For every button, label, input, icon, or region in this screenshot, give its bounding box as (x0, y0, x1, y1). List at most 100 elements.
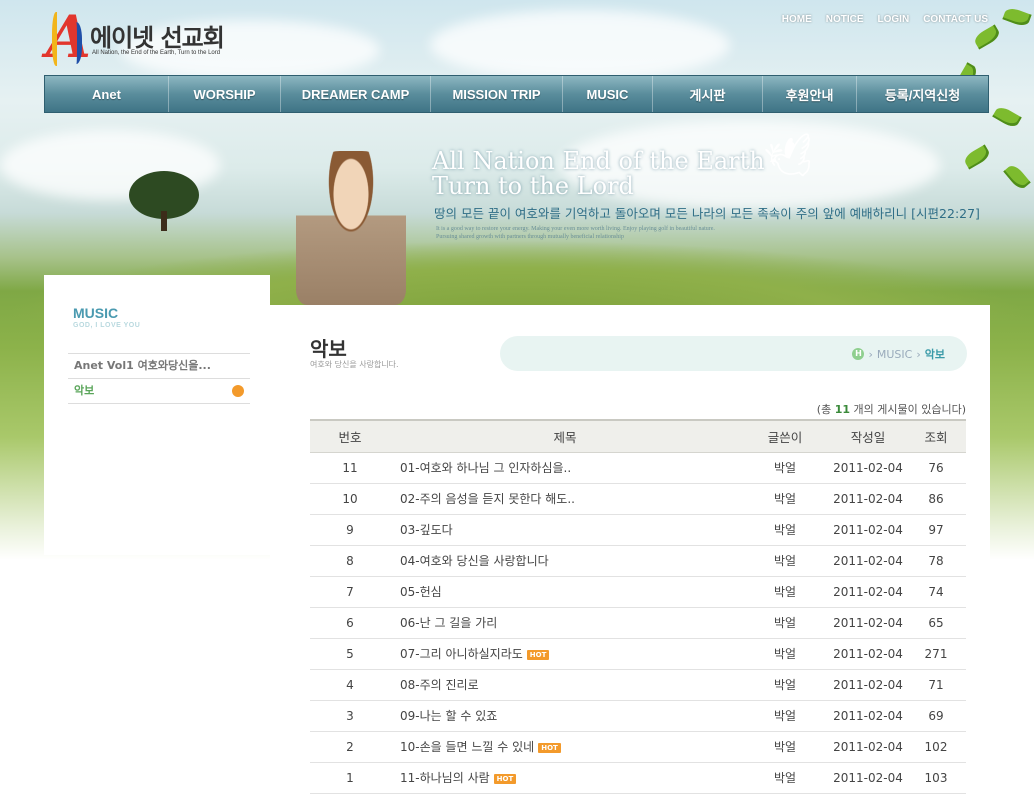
row-views: 102 (906, 731, 966, 763)
row-number: 6 (310, 607, 390, 639)
sidebar-item-sheet-music[interactable]: 악보 (68, 379, 250, 404)
row-title-link[interactable]: 02-주의 음성을 듣지 못한다 해도.. (390, 483, 740, 515)
row-date: 2011-02-04 (830, 669, 906, 701)
home-link[interactable]: HOME (782, 14, 812, 25)
col-views: 조회 (906, 419, 966, 453)
table-row: 10 02-주의 음성을 듣지 못한다 해도.. 박얼 2011-02-04 86 (310, 483, 966, 515)
col-date: 작성일 (830, 419, 906, 453)
row-views: 71 (906, 669, 966, 701)
praying-boy-image (296, 151, 406, 305)
row-number: 8 (310, 545, 390, 577)
nav-item-dreamer-camp[interactable]: DREAMER CAMP (281, 76, 431, 112)
col-author: 글쓴이 (740, 419, 830, 453)
row-number: 9 (310, 514, 390, 546)
row-date: 2011-02-04 (830, 731, 906, 763)
row-date: 2011-02-04 (830, 514, 906, 546)
table-row: 1 11-하나님의 사람 HOT 박얼 2011-02-04 103 (310, 762, 966, 794)
row-views: 65 (906, 607, 966, 639)
row-number: 11 (310, 452, 390, 484)
nav-item-board[interactable]: 게시판 (653, 76, 763, 112)
row-title-link[interactable]: 06-난 그 길을 가리 (390, 607, 740, 639)
row-number: 4 (310, 669, 390, 701)
row-title-link[interactable]: 05-헌심 (390, 576, 740, 608)
hot-badge: HOT (493, 773, 517, 784)
active-dot-icon (232, 385, 244, 397)
row-title-link[interactable]: 10-손을 들면 느낄 수 있네 HOT (390, 731, 740, 763)
breadcrumb-current: 악보 (924, 348, 945, 361)
row-date: 2011-02-04 (830, 576, 906, 608)
left-sidebar: MUSIC GOD, I LOVE YOU Anet Vol1 여호와당신을..… (44, 275, 270, 555)
dove-icon: 🕊 (761, 130, 822, 188)
table-row: 8 04-여호와 당신을 사랑합니다 박얼 2011-02-04 78 (310, 545, 966, 577)
page-subtitle: 여호와 당신을 사랑합니다. (310, 360, 399, 369)
row-title-link[interactable]: 03-깊도다 (390, 514, 740, 546)
row-views: 74 (906, 576, 966, 608)
sidebar-item-label: 악보 (74, 384, 95, 397)
row-title-link[interactable]: 11-하나님의 사람 HOT (390, 762, 740, 794)
row-number: 2 (310, 731, 390, 763)
row-number: 1 (310, 762, 390, 794)
row-author: 박얼 (740, 669, 830, 701)
login-link[interactable]: LOGIN (878, 14, 910, 25)
col-title: 제목 (390, 419, 740, 453)
notice-link[interactable]: NOTICE (826, 14, 864, 25)
table-row: 9 03-깊도다 박얼 2011-02-04 97 (310, 514, 966, 546)
table-row: 3 09-나는 할 수 있죠 박얼 2011-02-04 69 (310, 700, 966, 732)
table-row: 2 10-손을 들면 느낄 수 있네 HOT 박얼 2011-02-04 102 (310, 731, 966, 763)
row-author: 박얼 (740, 483, 830, 515)
nav-item-mission-trip[interactable]: MISSION TRIP (431, 76, 563, 112)
row-views: 103 (906, 762, 966, 794)
total-count: (총 11 개의 게시물이 있습니다) (816, 403, 966, 416)
row-date: 2011-02-04 (830, 638, 906, 670)
table-row: 5 07-그리 아니하실지라도 HOT 박얼 2011-02-04 271 (310, 638, 966, 670)
tree-image (129, 171, 199, 231)
home-icon[interactable]: H (852, 348, 865, 360)
page-title: 악보 (310, 337, 347, 361)
row-author: 박얼 (740, 545, 830, 577)
row-views: 78 (906, 545, 966, 577)
logo-subtitle: All Nation, the End of the Earth, Turn t… (92, 50, 221, 56)
nav-item-anet[interactable]: Anet (45, 76, 169, 112)
board-table: 번호 제목 글쓴이 작성일 조회 11 01-여호와 하나님 그 인자하심을.. 박… (310, 419, 966, 794)
row-views: 86 (906, 483, 966, 515)
row-views: 69 (906, 700, 966, 732)
main-nav: Anet WORSHIP DREAMER CAMP MISSION TRIP M… (44, 75, 989, 113)
row-number: 10 (310, 483, 390, 515)
main-content: 악보 여호와 당신을 사랑합니다. H › MUSIC › 악보 (총 11 개… (270, 305, 990, 803)
banner-small-text: It is a good way to restore your energy.… (436, 226, 715, 240)
row-title-link[interactable]: 09-나는 할 수 있죠 (390, 700, 740, 732)
row-author: 박얼 (740, 700, 830, 732)
row-views: 76 (906, 452, 966, 484)
table-header-row: 번호 제목 글쓴이 작성일 조회 (310, 419, 966, 453)
contact-us-link[interactable]: CONTACT US (923, 14, 988, 25)
row-date: 2011-02-04 (830, 483, 906, 515)
col-number: 번호 (310, 419, 390, 453)
row-date: 2011-02-04 (830, 545, 906, 577)
nav-item-worship[interactable]: WORSHIP (169, 76, 281, 112)
nav-item-support[interactable]: 후원안내 (763, 76, 857, 112)
row-number: 3 (310, 700, 390, 732)
row-title-link[interactable]: 08-주의 진리로 (390, 669, 740, 701)
breadcrumb-section[interactable]: MUSIC (877, 348, 912, 361)
table-row: 6 06-난 그 길을 가리 박얼 2011-02-04 65 (310, 607, 966, 639)
table-row: 7 05-헌심 박얼 2011-02-04 74 (310, 576, 966, 608)
row-author: 박얼 (740, 731, 830, 763)
row-number: 5 (310, 638, 390, 670)
row-author: 박얼 (740, 452, 830, 484)
hot-badge: HOT (526, 649, 550, 660)
row-date: 2011-02-04 (830, 700, 906, 732)
top-links: HOME NOTICE LOGIN CONTACT US (782, 14, 988, 25)
sidebar-item-anet-vol1[interactable]: Anet Vol1 여호와당신을... (68, 354, 250, 379)
row-author: 박얼 (740, 576, 830, 608)
row-date: 2011-02-04 (830, 452, 906, 484)
row-title-link[interactable]: 04-여호와 당신을 사랑합니다 (390, 545, 740, 577)
row-number: 7 (310, 576, 390, 608)
row-author: 박얼 (740, 638, 830, 670)
row-title-link[interactable]: 07-그리 아니하실지라도 HOT (390, 638, 740, 670)
site-logo[interactable]: A 에이넷 선교회 All Nation, the End of the Ear… (46, 8, 236, 70)
nav-item-music[interactable]: MUSIC (563, 76, 653, 112)
nav-item-register[interactable]: 등록/지역신청 (857, 76, 988, 112)
logo-title: 에이넷 선교회 (90, 24, 225, 52)
row-date: 2011-02-04 (830, 607, 906, 639)
row-title-link[interactable]: 01-여호와 하나님 그 인자하심을.. (390, 452, 740, 484)
